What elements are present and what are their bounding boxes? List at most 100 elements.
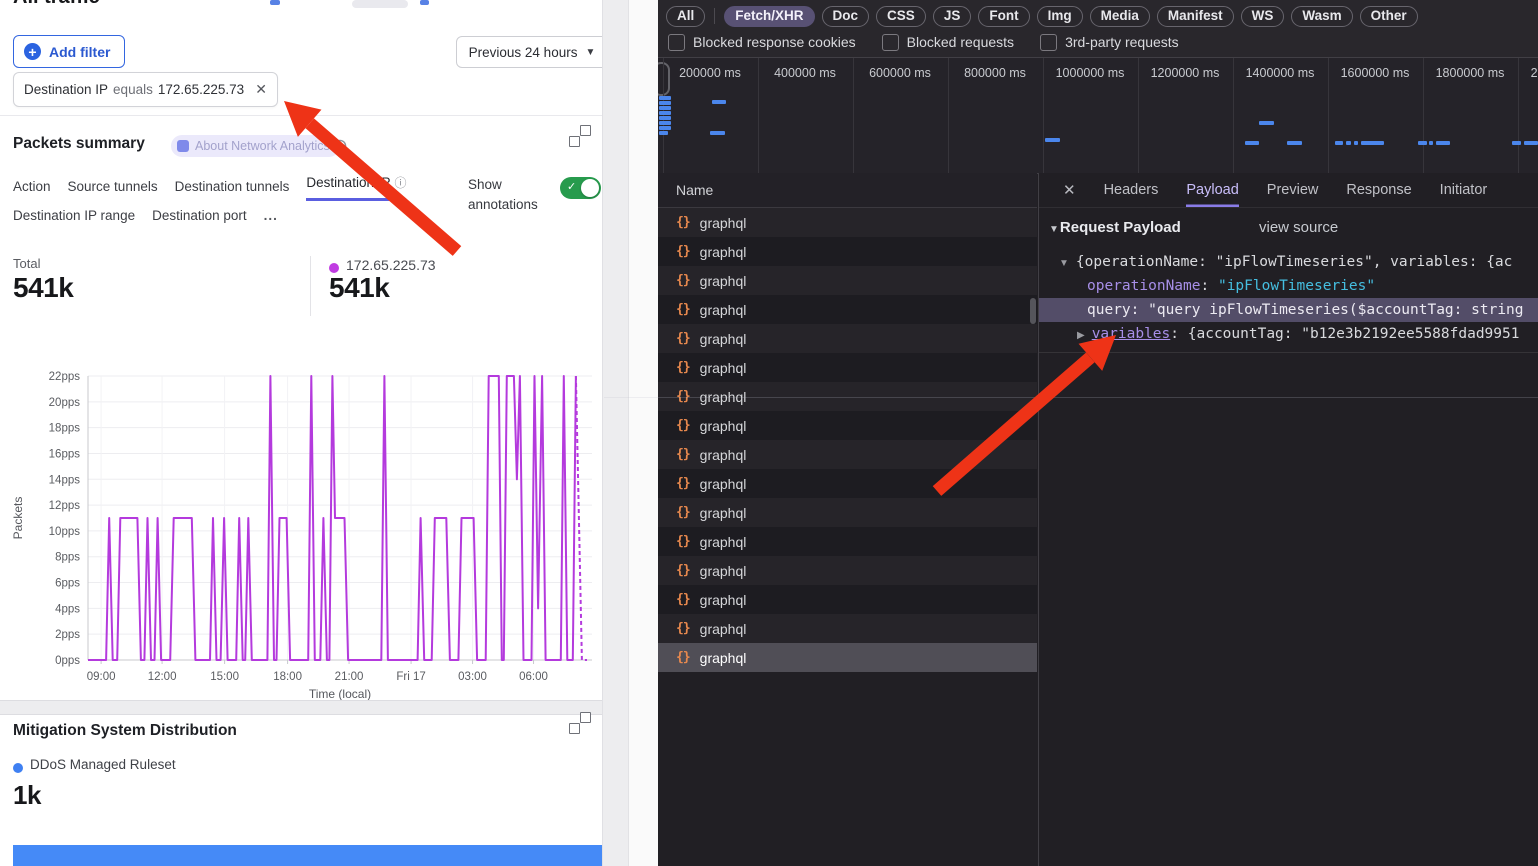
request-timing-marker (1259, 121, 1274, 125)
time-range-dropdown[interactable]: Previous 24 hours ▼ (456, 36, 608, 68)
request-row[interactable]: {}graphql (658, 469, 1037, 498)
svg-text:09:00: 09:00 (87, 671, 116, 683)
svg-text:15:00: 15:00 (210, 671, 239, 683)
request-timing-marker (1287, 141, 1302, 145)
request-timing-marker (712, 100, 726, 104)
detail-tab-response[interactable]: Response (1346, 173, 1411, 207)
filter-pill-font[interactable]: Font (978, 6, 1029, 27)
filter-pill-js[interactable]: JS (933, 6, 972, 27)
timeline-gridline (1518, 58, 1519, 173)
timeline-edge-fragment (658, 62, 670, 96)
filter-pill-media[interactable]: Media (1090, 6, 1150, 27)
detail-tab-payload[interactable]: Payload (1186, 173, 1238, 207)
request-row[interactable]: {}graphql (658, 237, 1037, 266)
tab-source-tunnels[interactable]: Source tunnels (68, 179, 158, 201)
expand-icon[interactable]: ▶ (1077, 330, 1085, 341)
divider (604, 397, 1538, 398)
network-filter-checkboxes: Blocked response cookies Blocked requests… (668, 31, 1179, 53)
tab-destination-port[interactable]: Destination port (152, 208, 247, 230)
json-braces-icon: {} (676, 215, 690, 230)
timeline-gridline (1138, 58, 1139, 173)
checkbox-box[interactable] (1040, 34, 1057, 51)
request-timing-marker (659, 121, 671, 125)
request-row[interactable]: {}graphql (658, 614, 1037, 643)
payload-row[interactable]: ▶variables: {accountTag: "b12e3b2192ee55… (1039, 322, 1538, 346)
page-gutter (603, 0, 628, 866)
more-tabs-icon[interactable]: ... (264, 208, 278, 230)
packets-timeseries-chart: 0pps2pps4pps6pps8pps10pps12pps14pps16pps… (0, 350, 658, 700)
request-row[interactable]: {}graphql (658, 266, 1037, 295)
mitigation-title: Mitigation System Distribution (13, 722, 237, 740)
checkbox-box[interactable] (668, 34, 685, 51)
collapse-icon[interactable]: ▼ (1059, 258, 1069, 269)
clipped-header-fragment (420, 0, 429, 5)
filter-pill-wasm[interactable]: Wasm (1291, 6, 1352, 27)
request-row[interactable]: {}graphql (658, 353, 1037, 382)
request-row[interactable]: {}graphql (658, 527, 1037, 556)
payload-row[interactable]: operationName: "ipFlowTimeseries" (1039, 274, 1538, 298)
timeline-time-label: 1400000 ms (1246, 66, 1315, 80)
filter-pill-doc[interactable]: Doc (822, 6, 870, 27)
filter-pill-manifest[interactable]: Manifest (1157, 6, 1234, 27)
detail-tab-headers[interactable]: Headers (1104, 173, 1159, 207)
timeline-time-label: 1600000 ms (1341, 66, 1410, 80)
scrollbar-thumb[interactable] (1030, 298, 1036, 324)
clipped-header-fragment (270, 0, 280, 5)
scroll-gutter[interactable] (628, 0, 659, 866)
request-timing-marker (1361, 141, 1384, 145)
filter-pill-css[interactable]: CSS (876, 6, 926, 27)
checkbox-label: Blocked response cookies (693, 34, 856, 50)
filter-pill-fetch-xhr[interactable]: Fetch/XHR (724, 6, 814, 27)
request-row[interactable]: {}graphql (658, 585, 1037, 614)
request-row[interactable]: {}graphql (658, 440, 1037, 469)
request-timing-marker (1418, 141, 1427, 145)
timeline-gridline (853, 58, 854, 173)
checkbox-3rd-party-requests[interactable]: 3rd-party requests (1040, 34, 1179, 51)
request-timing-marker (1245, 141, 1259, 145)
name-column-header[interactable]: Name (658, 173, 1037, 208)
detail-tab-preview[interactable]: Preview (1267, 173, 1319, 207)
show-annotations-toggle[interactable]: ✓ (560, 177, 601, 199)
toggle-knob (581, 179, 599, 197)
filter-pill-img[interactable]: Img (1037, 6, 1083, 27)
json-braces-icon: {} (676, 563, 690, 578)
checkbox-blocked-response-cookies[interactable]: Blocked response cookies (668, 34, 856, 51)
request-timing-marker (659, 126, 671, 130)
tab-action[interactable]: Action (13, 179, 51, 201)
total-value: 541k (13, 272, 73, 304)
checkbox-blocked-requests[interactable]: Blocked requests (882, 34, 1014, 51)
tab-destination-tunnels[interactable]: Destination tunnels (175, 179, 290, 201)
request-row[interactable]: {}graphql (658, 324, 1037, 353)
remove-filter-icon[interactable]: ✕ (255, 81, 267, 98)
about-network-analytics-badge[interactable]: About Network Analytics (171, 135, 340, 157)
add-filter-button[interactable]: + Add filter (13, 35, 125, 68)
close-details-icon[interactable]: ✕ (1063, 181, 1076, 199)
request-timing-marker (1512, 141, 1521, 145)
timeline-gridline (1233, 58, 1234, 173)
svg-text:10pps: 10pps (49, 526, 81, 538)
filter-pill-all[interactable]: All (666, 6, 705, 27)
tab-destination-ip-range[interactable]: Destination IP range (13, 208, 135, 230)
filter-pill-other[interactable]: Other (1360, 6, 1418, 27)
filter-value: 172.65.225.73 (158, 82, 244, 97)
network-overview-timeline[interactable]: 200000 ms400000 ms600000 ms800000 ms1000… (658, 58, 1538, 174)
view-source-link[interactable]: view source (1259, 219, 1338, 236)
request-row[interactable]: {}graphql (658, 208, 1037, 237)
payload-row[interactable]: ▼{operationName: "ipFlowTimeseries", var… (1039, 250, 1538, 274)
request-row[interactable]: {}graphql (658, 498, 1037, 527)
payload-key: variables (1092, 326, 1171, 342)
request-row[interactable]: {}graphql (658, 556, 1037, 585)
request-row[interactable]: {}graphql (658, 295, 1037, 324)
filter-pill-ws[interactable]: WS (1241, 6, 1285, 27)
svg-text:12pps: 12pps (49, 500, 81, 512)
checkbox-box[interactable] (882, 34, 899, 51)
filter-chip[interactable]: Destination IP equals 172.65.225.73 ✕ (13, 72, 278, 107)
detail-tab-initiator[interactable]: Initiator (1440, 173, 1488, 207)
json-braces-icon: {} (676, 505, 690, 520)
json-braces-icon: {} (676, 360, 690, 375)
request-row[interactable]: {}graphql (658, 643, 1037, 672)
payload-row[interactable]: query: "query ipFlowTimeseries($accountT… (1039, 298, 1538, 322)
json-braces-icon: {} (676, 273, 690, 288)
request-row[interactable]: {}graphql (658, 411, 1037, 440)
tab-destination-ip[interactable]: Destination IPⓘ (306, 174, 406, 201)
